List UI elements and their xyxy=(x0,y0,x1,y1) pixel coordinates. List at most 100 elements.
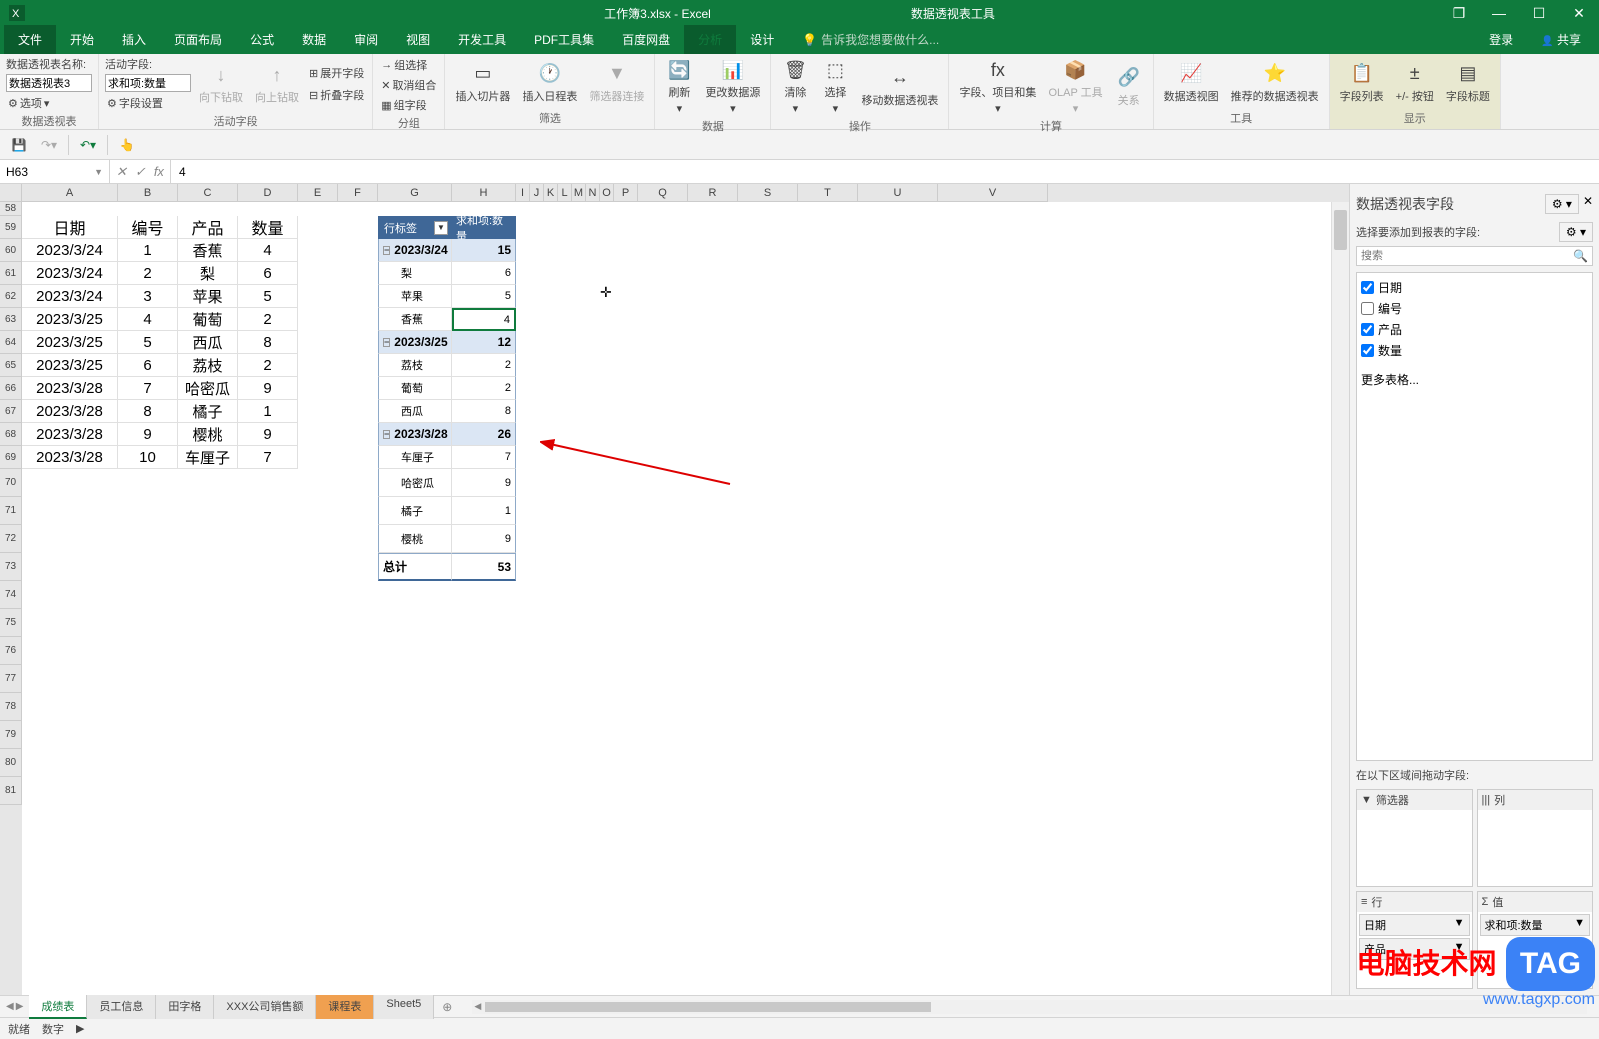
cell-D69[interactable]: 7 xyxy=(238,446,298,469)
cell-G71[interactable]: 橘子 xyxy=(378,497,452,525)
olap-button[interactable]: 📦OLAP 工具 ▾ xyxy=(1044,56,1106,117)
area-values[interactable]: Σ值 求和项:数量▼ xyxy=(1477,891,1594,989)
cell-G72[interactable]: 樱桃 xyxy=(378,525,452,553)
more-tables-link[interactable]: 更多表格... xyxy=(1361,369,1588,390)
cell-A66[interactable]: 2023/3/28 xyxy=(22,377,118,400)
row-header-68[interactable]: 68 xyxy=(0,423,22,446)
ungroup-button[interactable]: ✕ 取消组合 xyxy=(379,76,438,94)
cell-C60[interactable]: 香蕉 xyxy=(178,239,238,262)
row-header-80[interactable]: 80 xyxy=(0,749,22,777)
sheet-tab-员工信息[interactable]: 员工信息 xyxy=(87,995,156,1019)
cancel-icon[interactable]: ✕ xyxy=(116,164,127,180)
field-checkbox-产品[interactable] xyxy=(1361,323,1374,336)
tab-file[interactable]: 文件 xyxy=(4,25,56,54)
cell-C65[interactable]: 荔枝 xyxy=(178,354,238,377)
col-header-K[interactable]: K xyxy=(544,184,558,202)
cell-H66[interactable]: 2 xyxy=(452,377,516,400)
sheet-tab-课程表[interactable]: 课程表 xyxy=(316,995,374,1019)
cell-G66[interactable]: 葡萄 xyxy=(378,377,452,400)
field-list[interactable]: 日期 编号 产品 数量更多表格... xyxy=(1356,272,1593,761)
col-header-F[interactable]: F xyxy=(338,184,378,202)
cell-H72[interactable]: 9 xyxy=(452,525,516,553)
tab-home[interactable]: 开始 xyxy=(56,25,108,54)
group-field-button[interactable]: ▦ 组字段 xyxy=(379,96,438,114)
area-filters[interactable]: ▼筛选器 xyxy=(1356,789,1473,887)
cell-H68[interactable]: 26 xyxy=(452,423,516,446)
tab-design[interactable]: 设计 xyxy=(736,25,788,54)
col-header-T[interactable]: T xyxy=(798,184,858,202)
row-header-61[interactable]: 61 xyxy=(0,262,22,285)
maximize-icon[interactable]: ☐ xyxy=(1519,0,1559,26)
cell-G65[interactable]: 荔枝 xyxy=(378,354,452,377)
cell-H61[interactable]: 6 xyxy=(452,262,516,285)
cell-A68[interactable]: 2023/3/28 xyxy=(22,423,118,446)
add-sheet-button[interactable]: ⊕ xyxy=(434,1000,460,1014)
field-item[interactable]: 产品 xyxy=(1361,319,1588,340)
cell-B69[interactable]: 10 xyxy=(118,446,178,469)
cell-A61[interactable]: 2023/3/24 xyxy=(22,262,118,285)
cell-H62[interactable]: 5 xyxy=(452,285,516,308)
tab-baidu[interactable]: 百度网盘 xyxy=(608,25,684,54)
area-field-row[interactable]: 产品▼ xyxy=(1359,938,1470,960)
tab-review[interactable]: 审阅 xyxy=(340,25,392,54)
cell-H63[interactable]: 4 xyxy=(452,308,516,331)
field-headers-button[interactable]: ▤字段标题 xyxy=(1442,56,1494,109)
cell-G61[interactable]: 梨 xyxy=(378,262,452,285)
touch-mode-button[interactable]: 👆 xyxy=(116,134,138,156)
col-header-J[interactable]: J xyxy=(530,184,544,202)
cell-D60[interactable]: 4 xyxy=(238,239,298,262)
col-header-P[interactable]: P xyxy=(614,184,638,202)
col-header-Q[interactable]: Q xyxy=(638,184,688,202)
collapse-field-button[interactable]: ⊟折叠字段 xyxy=(307,86,366,104)
recommended-pt-button[interactable]: ⭐推荐的数据透视表 xyxy=(1227,56,1323,109)
enter-icon[interactable]: ✓ xyxy=(135,164,146,180)
col-header-B[interactable]: B xyxy=(118,184,178,202)
gear-icon[interactable]: ⚙ ▾ xyxy=(1545,194,1579,214)
tab-analyze[interactable]: 分析 xyxy=(684,25,736,54)
field-checkbox-数量[interactable] xyxy=(1361,344,1374,357)
row-header-60[interactable]: 60 xyxy=(0,239,22,262)
cell-G68[interactable]: −2023/3/28 xyxy=(378,423,452,446)
col-header-V[interactable]: V xyxy=(938,184,1048,202)
cell-D67[interactable]: 1 xyxy=(238,400,298,423)
area-rows[interactable]: ≡行 日期▼产品▼ xyxy=(1356,891,1473,989)
cell-G69[interactable]: 车厘子 xyxy=(378,446,452,469)
row-header-77[interactable]: 77 xyxy=(0,665,22,693)
row-header-62[interactable]: 62 xyxy=(0,285,22,308)
cell-G64[interactable]: −2023/3/25 xyxy=(378,331,452,354)
tab-insert[interactable]: 插入 xyxy=(108,25,160,54)
tab-formulas[interactable]: 公式 xyxy=(236,25,288,54)
pm-buttons-button[interactable]: ±+/- 按钮 xyxy=(1392,56,1438,109)
formula-input[interactable]: 4 xyxy=(171,165,1599,179)
save-button[interactable]: 💾 xyxy=(8,134,30,156)
fx-icon[interactable]: fx xyxy=(154,164,164,179)
cell-H70[interactable]: 9 xyxy=(452,469,516,497)
change-source-button[interactable]: 📊更改数据源 ▾ xyxy=(701,56,764,117)
row-header-66[interactable]: 66 xyxy=(0,377,22,400)
expand-field-button[interactable]: ⊞展开字段 xyxy=(307,64,366,82)
cell-H65[interactable]: 2 xyxy=(452,354,516,377)
col-header-G[interactable]: G xyxy=(378,184,452,202)
sheet-tab-田字格[interactable]: 田字格 xyxy=(156,995,214,1019)
undo-button[interactable]: ↶ ▾ xyxy=(77,134,99,156)
cell-A69[interactable]: 2023/3/28 xyxy=(22,446,118,469)
cell-D65[interactable]: 2 xyxy=(238,354,298,377)
cell-H64[interactable]: 12 xyxy=(452,331,516,354)
close-icon[interactable]: ✕ xyxy=(1583,194,1593,214)
col-header-N[interactable]: N xyxy=(586,184,600,202)
col-header-A[interactable]: A xyxy=(22,184,118,202)
row-header-70[interactable]: 70 xyxy=(0,469,22,497)
close-icon[interactable]: ✕ xyxy=(1559,0,1599,26)
drillup-button[interactable]: ↑向上钻取 xyxy=(251,56,303,112)
area-field-value[interactable]: 求和项:数量▼ xyxy=(1480,914,1591,936)
pivot-chart-button[interactable]: 📈数据透视图 xyxy=(1160,56,1223,109)
row-header-67[interactable]: 67 xyxy=(0,400,22,423)
cell-B67[interactable]: 8 xyxy=(118,400,178,423)
share-button[interactable]: 👤 共享 xyxy=(1531,25,1591,54)
select-button[interactable]: ⬚选择 ▾ xyxy=(817,56,853,117)
cell-G73[interactable]: 总计 xyxy=(378,553,452,581)
pivot-row-label-header[interactable]: 行标签▼ xyxy=(378,216,452,239)
cell-B59[interactable]: 编号 xyxy=(118,216,178,239)
col-header-M[interactable]: M xyxy=(572,184,586,202)
cell-C59[interactable]: 产品 xyxy=(178,216,238,239)
